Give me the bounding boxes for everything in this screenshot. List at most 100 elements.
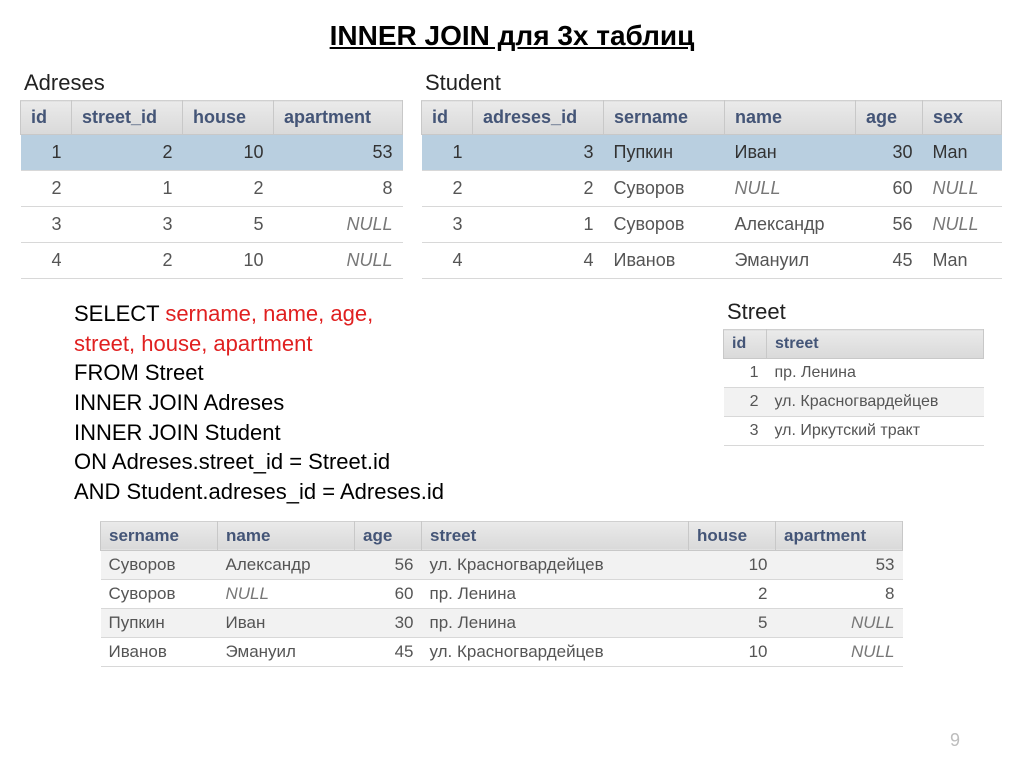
th: age <box>856 101 923 135</box>
table-cell: Суворов <box>101 579 218 608</box>
table-cell: Иванов <box>101 637 218 666</box>
table-cell: 10 <box>689 637 776 666</box>
student-label: Student <box>421 70 1002 96</box>
th: sex <box>923 101 1002 135</box>
table-cell: 5 <box>689 608 776 637</box>
table-cell: 56 <box>355 550 422 579</box>
table-cell: 2 <box>422 171 473 207</box>
adreses-table: id street_id house apartment 12105321283… <box>20 100 403 279</box>
table-cell: 2 <box>473 171 604 207</box>
table-cell: NULL <box>274 243 403 279</box>
table-cell: 60 <box>856 171 923 207</box>
table-cell: Суворов <box>101 550 218 579</box>
table-cell: Иван <box>725 135 856 171</box>
table-row: 4210NULL <box>21 243 403 279</box>
table-row: 335NULL <box>21 207 403 243</box>
table-cell: 30 <box>856 135 923 171</box>
table-cell: 5 <box>183 207 274 243</box>
adreses-label: Adreses <box>20 70 403 96</box>
table-cell: 10 <box>183 135 274 171</box>
mid-row: SELECT sername, name, age, street, house… <box>20 299 1004 507</box>
adreses-block: Adreses id street_id house apartment 121… <box>20 70 403 279</box>
table-cell: пр. Ленина <box>422 579 689 608</box>
table-cell: 53 <box>776 550 903 579</box>
table-cell: 2 <box>72 243 183 279</box>
street-tbody: 1пр. Ленина2ул. Красногвардейцев3ул. Ирк… <box>724 359 984 446</box>
sql-line: INNER JOIN Adreses <box>74 388 444 418</box>
table-cell: 4 <box>422 243 473 279</box>
table-cell: 8 <box>776 579 903 608</box>
table-cell: 1 <box>21 135 72 171</box>
table-cell: Man <box>923 135 1002 171</box>
table-cell: Эмануил <box>725 243 856 279</box>
table-cell: 10 <box>183 243 274 279</box>
top-tables-row: Adreses id street_id house apartment 121… <box>20 70 1004 279</box>
table-cell: 1 <box>473 207 604 243</box>
table-cell: 60 <box>355 579 422 608</box>
table-cell: 8 <box>274 171 403 207</box>
table-row: 1пр. Ленина <box>724 359 984 388</box>
table-cell: NULL <box>274 207 403 243</box>
table-cell: 3 <box>473 135 604 171</box>
table-cell: 3 <box>21 207 72 243</box>
table-row: 3ул. Иркутский тракт <box>724 417 984 446</box>
th: street <box>767 330 984 359</box>
table-row: 2128 <box>21 171 403 207</box>
sql-line: street, house, apartment <box>74 329 444 359</box>
table-cell: 3 <box>72 207 183 243</box>
table-row: 2ул. Красногвардейцев <box>724 388 984 417</box>
table-cell: 30 <box>355 608 422 637</box>
table-cell: Иванов <box>604 243 725 279</box>
page-number: 9 <box>950 730 960 751</box>
street-table: id street 1пр. Ленина2ул. Красногвардейц… <box>723 329 984 446</box>
th: house <box>183 101 274 135</box>
table-cell: 45 <box>856 243 923 279</box>
table-cell: Суворов <box>604 171 725 207</box>
table-cell: 2 <box>689 579 776 608</box>
th: id <box>724 330 767 359</box>
table-cell: NULL <box>776 608 903 637</box>
table-row: 13ПупкинИван30Man <box>422 135 1002 171</box>
table-cell: 3 <box>422 207 473 243</box>
table-cell: 1 <box>422 135 473 171</box>
table-row: СуворовNULL60пр. Ленина28 <box>101 579 903 608</box>
table-cell: NULL <box>923 207 1002 243</box>
sql-query: SELECT sername, name, age, street, house… <box>20 299 444 507</box>
th: age <box>355 521 422 550</box>
table-cell: 2 <box>724 388 767 417</box>
table-cell: NULL <box>776 637 903 666</box>
result-table: sername name age street house apartment … <box>100 521 903 667</box>
table-cell: пр. Ленина <box>422 608 689 637</box>
table-row: 22СуворовNULL60NULL <box>422 171 1002 207</box>
table-row: 31СуворовАлександр56NULL <box>422 207 1002 243</box>
student-tbody: 13ПупкинИван30Man22СуворовNULL60NULL31Су… <box>422 135 1002 279</box>
student-block: Student id adreses_id sername name age s… <box>421 70 1002 279</box>
table-cell: Александр <box>725 207 856 243</box>
th: id <box>21 101 72 135</box>
table-row: 44ИвановЭмануил45Man <box>422 243 1002 279</box>
th: street_id <box>72 101 183 135</box>
table-cell: Эмануил <box>218 637 355 666</box>
th: name <box>725 101 856 135</box>
table-cell: 1 <box>724 359 767 388</box>
table-cell: 4 <box>21 243 72 279</box>
th: name <box>218 521 355 550</box>
table-cell: Пупкин <box>604 135 725 171</box>
table-cell: ул. Иркутский тракт <box>767 417 984 446</box>
street-label: Street <box>723 299 984 325</box>
table-cell: 2 <box>21 171 72 207</box>
table-cell: 10 <box>689 550 776 579</box>
table-cell: ул. Красногвардейцев <box>767 388 984 417</box>
table-row: СуворовАлександр56ул. Красногвардейцев10… <box>101 550 903 579</box>
table-cell: 2 <box>72 135 183 171</box>
table-cell: Александр <box>218 550 355 579</box>
table-cell: 4 <box>473 243 604 279</box>
table-cell: ул. Красногвардейцев <box>422 550 689 579</box>
table-cell: ул. Красногвардейцев <box>422 637 689 666</box>
th: house <box>689 521 776 550</box>
table-cell: NULL <box>923 171 1002 207</box>
sql-cols: sername, name, age, <box>165 301 373 326</box>
student-table: id adreses_id sername name age sex 13Пуп… <box>421 100 1002 279</box>
table-cell: 53 <box>274 135 403 171</box>
th: id <box>422 101 473 135</box>
